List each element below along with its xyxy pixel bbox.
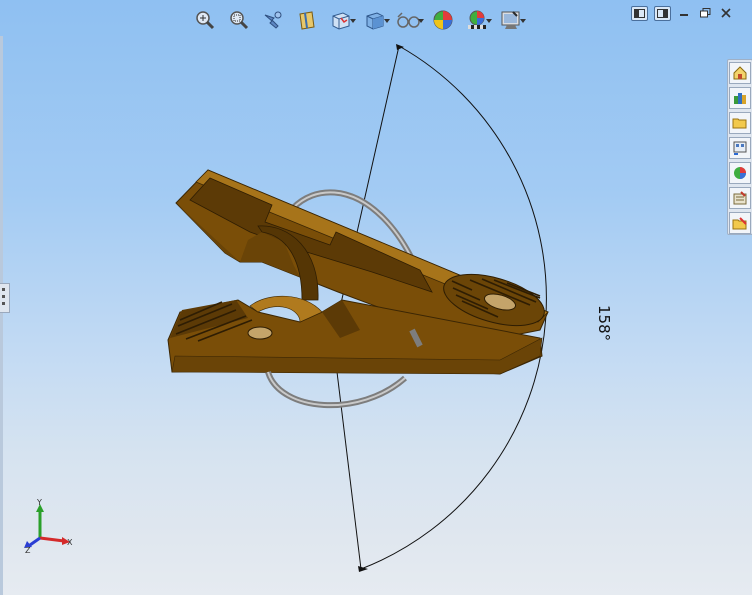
rotate-ring-lower[interactable]	[265, 370, 407, 409]
dimension-arrow-upper	[396, 44, 404, 50]
triad-y-label: Y	[37, 498, 42, 507]
reference-triad: Y X Z	[18, 498, 78, 558]
model-graphics	[167, 44, 549, 572]
triad-x-label: X	[67, 538, 73, 547]
graphics-area[interactable]: 158° Y X Z	[0, 0, 752, 595]
triad-z-label: Z	[25, 546, 31, 555]
angle-dimension-value[interactable]: 158°	[595, 305, 613, 341]
